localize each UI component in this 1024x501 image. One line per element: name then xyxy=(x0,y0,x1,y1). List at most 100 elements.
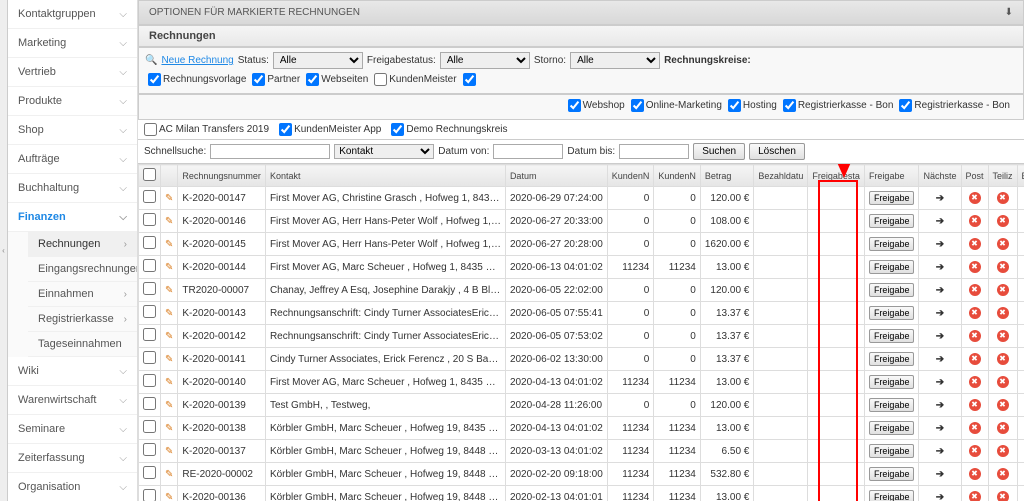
freigabe-button[interactable]: Freigabe xyxy=(869,421,915,435)
col-14[interactable]: Emai xyxy=(1017,165,1024,187)
search-button[interactable]: Suchen xyxy=(693,143,745,160)
circle-check-6[interactable]: Online-Marketing xyxy=(631,99,722,112)
edit-icon[interactable]: ✎ xyxy=(165,446,173,457)
sidebar-item-wiki[interactable]: Wiki⌵ xyxy=(8,357,137,386)
sidebar-item-zeiterfassung[interactable]: Zeiterfassung⌵ xyxy=(8,444,137,473)
sidebar-item-vertrieb[interactable]: Vertrieb⌵ xyxy=(8,58,137,87)
tab-check-0[interactable]: AC Milan Transfers 2019 xyxy=(144,123,269,136)
freigabe-button[interactable]: Freigabe xyxy=(869,260,915,274)
next-arrow-icon[interactable]: ➔ xyxy=(936,262,944,273)
col-9[interactable]: Freigabesta xyxy=(808,165,865,187)
sidebar-item-marketing[interactable]: Marketing⌵ xyxy=(8,29,137,58)
release-select[interactable]: Alle xyxy=(440,52,530,69)
circle-check-8[interactable]: Registrierkasse - Bon xyxy=(783,99,894,112)
date-to-input[interactable] xyxy=(619,144,689,159)
next-arrow-icon[interactable]: ➔ xyxy=(936,492,944,501)
row-select[interactable] xyxy=(143,374,156,387)
edit-icon[interactable]: ✎ xyxy=(165,377,173,388)
edit-icon[interactable]: ✎ xyxy=(165,492,173,501)
row-select[interactable] xyxy=(143,351,156,364)
collapse-icon[interactable]: ⬇ xyxy=(1005,7,1013,18)
row-select[interactable] xyxy=(143,190,156,203)
sidebar-subitem-tageseinnahmen[interactable]: Tageseinnahmen xyxy=(28,332,137,357)
sidebar-item-shop[interactable]: Shop⌵ xyxy=(8,116,137,145)
row-select[interactable] xyxy=(143,420,156,433)
col-0[interactable] xyxy=(139,165,161,187)
next-arrow-icon[interactable]: ➔ xyxy=(936,377,944,388)
col-12[interactable]: Post xyxy=(961,165,988,187)
date-from-input[interactable] xyxy=(493,144,563,159)
edit-icon[interactable]: ✎ xyxy=(165,423,173,434)
freigabe-button[interactable]: Freigabe xyxy=(869,490,915,501)
row-select[interactable] xyxy=(143,466,156,479)
row-select[interactable] xyxy=(143,213,156,226)
next-arrow-icon[interactable]: ➔ xyxy=(936,239,944,250)
clear-button[interactable]: Löschen xyxy=(749,143,805,160)
next-arrow-icon[interactable]: ➔ xyxy=(936,469,944,480)
freigabe-button[interactable]: Freigabe xyxy=(869,306,915,320)
new-invoice-link[interactable]: Neue Rechnung xyxy=(161,55,233,66)
sidebar-item-aufträge[interactable]: Aufträge⌵ xyxy=(8,145,137,174)
freigabe-button[interactable]: Freigabe xyxy=(869,375,915,389)
quicksearch-input[interactable] xyxy=(210,144,330,159)
circle-check-0[interactable]: Rechnungsvorlage xyxy=(148,73,246,86)
col-6[interactable]: KundenN xyxy=(654,165,701,187)
quicksearch-field-select[interactable]: Kontakt xyxy=(334,144,434,159)
next-arrow-icon[interactable]: ➔ xyxy=(936,308,944,319)
tab-check-2[interactable]: Demo Rechnungskreis xyxy=(391,123,507,136)
row-select[interactable] xyxy=(143,259,156,272)
next-arrow-icon[interactable]: ➔ xyxy=(936,193,944,204)
select-all[interactable] xyxy=(143,168,156,181)
row-select[interactable] xyxy=(143,443,156,456)
col-7[interactable]: Betrag xyxy=(700,165,754,187)
circle-check-7[interactable]: Hosting xyxy=(728,99,777,112)
sidebar-item-warenwirtschaft[interactable]: Warenwirtschaft⌵ xyxy=(8,386,137,415)
edit-icon[interactable]: ✎ xyxy=(165,331,173,342)
edit-icon[interactable]: ✎ xyxy=(165,285,173,296)
sidebar-subitem-eingangsrechnungen[interactable]: Eingangsrechnungen xyxy=(28,257,137,282)
freigabe-button[interactable]: Freigabe xyxy=(869,352,915,366)
edit-icon[interactable]: ✎ xyxy=(165,400,173,411)
edit-icon[interactable]: ✎ xyxy=(165,193,173,204)
freigabe-button[interactable]: Freigabe xyxy=(869,237,915,251)
next-arrow-icon[interactable]: ➔ xyxy=(936,331,944,342)
circle-check-9[interactable]: Registrierkasse - Bon xyxy=(899,99,1010,112)
edit-icon[interactable]: ✎ xyxy=(165,262,173,273)
freigabe-button[interactable]: Freigabe xyxy=(869,283,915,297)
edit-icon[interactable]: ✎ xyxy=(165,469,173,480)
row-select[interactable] xyxy=(143,236,156,249)
col-5[interactable]: KundenN xyxy=(607,165,654,187)
freigabe-button[interactable]: Freigabe xyxy=(869,214,915,228)
storno-select[interactable]: Alle xyxy=(570,52,660,69)
row-select[interactable] xyxy=(143,489,156,501)
sidebar-item-produkte[interactable]: Produkte⌵ xyxy=(8,87,137,116)
col-2[interactable]: Rechnungsnummer xyxy=(178,165,266,187)
sidebar-subitem-rechnungen[interactable]: Rechnungen› xyxy=(28,232,137,257)
sidebar-subitem-einnahmen[interactable]: Einnahmen› xyxy=(28,282,137,307)
sidebar-item-buchhaltung[interactable]: Buchhaltung⌵ xyxy=(8,174,137,203)
sidebar-item-kontaktgruppen[interactable]: Kontaktgruppen⌵ xyxy=(8,0,137,29)
edit-icon[interactable]: ✎ xyxy=(165,308,173,319)
sidebar-subitem-registrierkasse[interactable]: Registrierkasse› xyxy=(28,307,137,332)
freigabe-button[interactable]: Freigabe xyxy=(869,191,915,205)
row-select[interactable] xyxy=(143,305,156,318)
circle-check-5[interactable]: Webshop xyxy=(568,99,625,112)
next-arrow-icon[interactable]: ➔ xyxy=(936,354,944,365)
next-arrow-icon[interactable]: ➔ xyxy=(936,216,944,227)
next-arrow-icon[interactable]: ➔ xyxy=(936,285,944,296)
status-select[interactable]: Alle xyxy=(273,52,363,69)
edit-icon[interactable]: ✎ xyxy=(165,216,173,227)
sidebar-item-organisation[interactable]: Organisation⌵ xyxy=(8,473,137,501)
freigabe-button[interactable]: Freigabe xyxy=(869,329,915,343)
col-8[interactable]: Bezahldatu xyxy=(754,165,808,187)
circle-check-3[interactable]: KundenMeister xyxy=(374,73,456,86)
row-select[interactable] xyxy=(143,397,156,410)
col-13[interactable]: Teiliz xyxy=(988,165,1017,187)
edit-icon[interactable]: ✎ xyxy=(165,239,173,250)
col-4[interactable]: Datum xyxy=(505,165,607,187)
col-10[interactable]: Freigabe xyxy=(864,165,919,187)
freigabe-button[interactable]: Freigabe xyxy=(869,444,915,458)
freigabe-button[interactable]: Freigabe xyxy=(869,467,915,481)
row-select[interactable] xyxy=(143,328,156,341)
circle-check-1[interactable]: Partner xyxy=(252,73,300,86)
